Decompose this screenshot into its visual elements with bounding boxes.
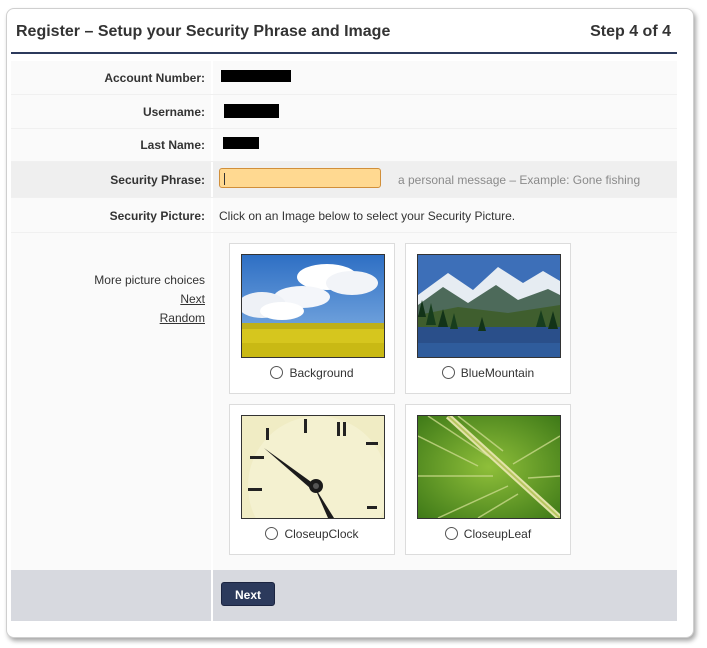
last-name-label: Last Name:: [140, 138, 205, 152]
picture-card-background[interactable]: Background: [229, 243, 395, 394]
last-name-value-redacted: [223, 137, 259, 149]
username-value-redacted: [224, 104, 279, 118]
more-picture-choices: More picture choices Next Random: [94, 271, 205, 328]
mountain-lake-image[interactable]: [417, 254, 561, 358]
page-header: Register – Setup your Security Phrase an…: [11, 19, 677, 54]
picture-name-closeupclock: CloseupClock: [284, 527, 359, 541]
radio-closeupclock[interactable]: [265, 527, 279, 540]
security-phrase-input[interactable]: [219, 168, 381, 188]
picture-card-closeupleaf[interactable]: CloseupLeaf: [405, 404, 571, 555]
username-label: Username:: [142, 105, 205, 119]
security-picture-instructions: Click on an Image below to select your S…: [219, 209, 516, 223]
account-number-label: Account Number:: [104, 71, 205, 85]
picture-card-bluemountain[interactable]: BlueMountain: [405, 243, 571, 394]
security-picture-label: Security Picture:: [109, 209, 205, 223]
form-footer: Next: [11, 570, 677, 621]
picture-choices-section: More picture choices Next Random Backgro…: [11, 233, 677, 570]
username-row: Username:: [11, 95, 677, 129]
next-pictures-link[interactable]: Next: [180, 292, 205, 306]
random-pictures-link[interactable]: Random: [160, 311, 205, 325]
picture-card-closeupclock[interactable]: CloseupClock: [229, 404, 395, 555]
more-choices-label: More picture choices: [94, 273, 205, 287]
picture-name-closeupleaf: CloseupLeaf: [463, 527, 532, 541]
radio-background[interactable]: [270, 366, 284, 379]
page-title: Register – Setup your Security Phrase an…: [16, 23, 391, 40]
step-indicator: Step 4 of 4: [590, 23, 671, 40]
last-name-row: Last Name:: [11, 129, 677, 162]
green-leaf-image[interactable]: [417, 415, 561, 519]
account-number-value-redacted: [221, 70, 291, 82]
picture-name-background: Background: [289, 366, 354, 380]
text-caret: [224, 173, 225, 185]
next-button[interactable]: Next: [221, 582, 275, 606]
security-phrase-label: Security Phrase:: [110, 173, 205, 187]
radio-bluemountain[interactable]: [441, 366, 455, 379]
account-number-row: Account Number:: [11, 61, 677, 95]
field-clouds-image[interactable]: [241, 254, 385, 358]
picture-name-bluemountain: BlueMountain: [460, 366, 535, 380]
security-phrase-row: Security Phrase: a personal message – Ex…: [11, 162, 677, 198]
security-phrase-hint: a personal message – Example: Gone fishi…: [398, 173, 641, 187]
clock-face-image[interactable]: [241, 415, 385, 519]
security-picture-row: Security Picture: Click on an Image belo…: [11, 198, 677, 233]
radio-closeupleaf[interactable]: [444, 527, 458, 540]
